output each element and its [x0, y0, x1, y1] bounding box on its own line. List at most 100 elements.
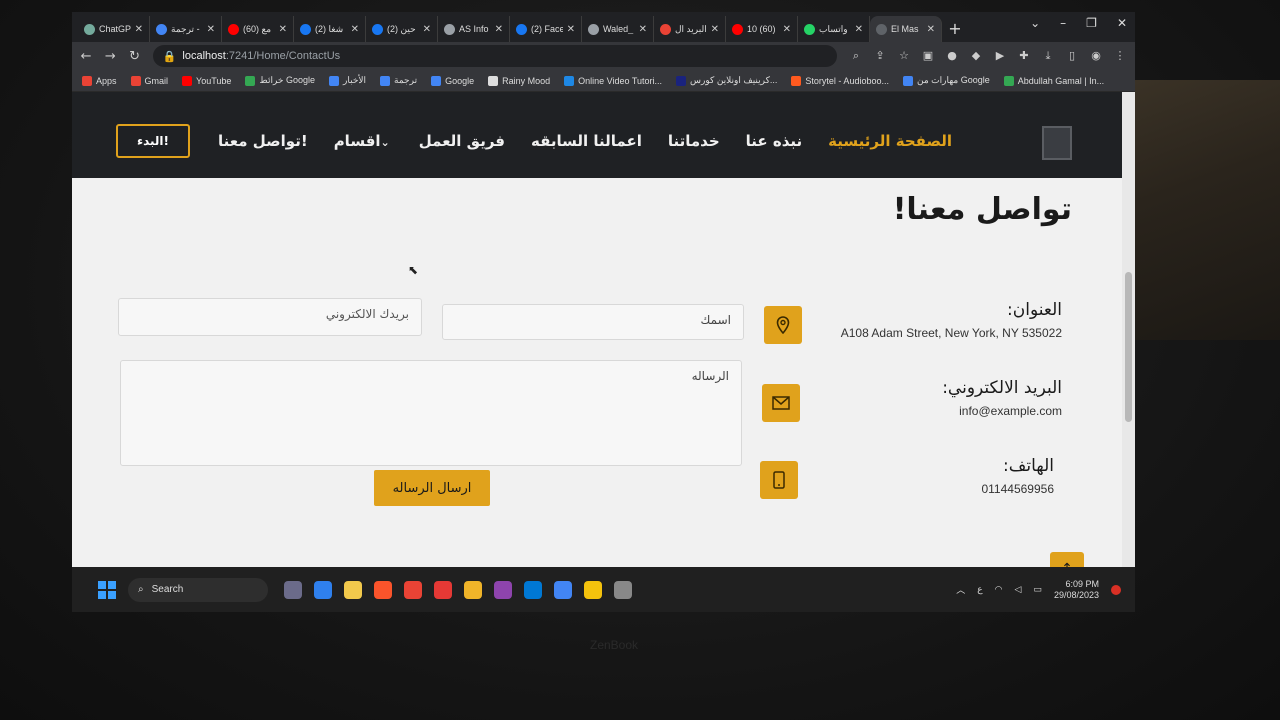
todo-icon[interactable]	[314, 580, 332, 599]
browser-tab[interactable]: ChatGP ✕	[78, 16, 150, 42]
nav-team[interactable]: فريق العمل	[419, 132, 505, 150]
nav-about[interactable]: نبذه عنا	[746, 132, 803, 150]
extension-icon[interactable]: ●	[945, 49, 959, 63]
bookmark-item[interactable]: مهارات من Google	[902, 75, 990, 86]
extension-icon[interactable]: ◆	[969, 49, 983, 63]
wifi-icon[interactable]: ◠	[995, 584, 1003, 595]
extension-icon[interactable]: ▶	[993, 49, 1007, 63]
extension-icon[interactable]: ▣	[921, 49, 935, 63]
email-info: البريد الالكتروني: info@example.com	[782, 378, 1062, 418]
browser-tab[interactable]: ترجمة - ✕	[150, 16, 222, 42]
nav-portfolio[interactable]: اعمالنا السابقه	[531, 132, 642, 150]
scrollbar-thumb[interactable]	[1125, 272, 1132, 422]
close-icon[interactable]: ✕	[423, 24, 431, 35]
bookmark-item[interactable]: Rainy Mood	[488, 75, 550, 86]
reload-icon[interactable]: ↻	[128, 49, 140, 64]
windows-start-icon[interactable]	[98, 580, 116, 599]
language-indicator[interactable]: ع	[977, 584, 982, 595]
bookmark-item[interactable]: Apps	[82, 75, 117, 86]
profile-avatar[interactable]: ◉	[1089, 49, 1103, 63]
volume-icon[interactable]: ◁	[1015, 584, 1022, 595]
menu-icon[interactable]: ⋮	[1113, 49, 1127, 63]
browser-tab[interactable]: AS Info ✕	[438, 16, 510, 42]
notification-icon[interactable]	[1111, 584, 1121, 595]
nav-home[interactable]: الصفحة الرئيسية	[828, 132, 952, 150]
bookmark-favicon-icon	[380, 75, 391, 86]
close-icon[interactable]: ✕	[711, 24, 719, 35]
file-explorer-icon[interactable]	[344, 580, 362, 599]
download-icon[interactable]: ⤓	[1041, 49, 1055, 63]
bookmark-item[interactable]: Google	[431, 75, 474, 86]
bookmark-item[interactable]: الأخبار	[329, 75, 366, 86]
close-icon[interactable]: ✕	[351, 24, 359, 35]
close-icon[interactable]: ✕	[495, 24, 503, 35]
new-tab-icon[interactable]: +	[942, 16, 968, 42]
zoom-icon[interactable]: ⌕	[849, 49, 863, 63]
close-icon[interactable]: ✕	[207, 24, 215, 35]
bookmark-item[interactable]: ترجمة	[380, 75, 417, 86]
share-icon[interactable]: ⇪	[873, 49, 887, 63]
taskbar-clock[interactable]: 6:09 PM 29/08/2023	[1054, 579, 1099, 601]
app-icon[interactable]	[464, 580, 482, 599]
restore-icon[interactable]: ❐	[1086, 16, 1097, 30]
nav-services[interactable]: خدماتنا	[668, 132, 720, 150]
bookmark-item[interactable]: YouTube	[182, 75, 232, 86]
site-logo[interactable]	[1042, 126, 1072, 160]
close-icon[interactable]: ✕	[1117, 16, 1127, 30]
browser-tab[interactable]: Waled_ ✕	[582, 16, 654, 42]
chevron-down-icon[interactable]: ⌄	[1030, 16, 1040, 30]
browser-tab[interactable]: البريد ال ✕	[654, 16, 726, 42]
close-icon[interactable]: ✕	[135, 24, 143, 35]
start-button[interactable]: البدء!	[116, 124, 190, 158]
taskbar-search[interactable]: ⌕ Search	[128, 577, 268, 602]
browser-tab[interactable]: (2) حين ✕	[366, 16, 438, 42]
nav-sections[interactable]: اقسام⌄	[334, 132, 393, 150]
bookmark-label: YouTube	[196, 75, 232, 86]
name-field[interactable]: اسمك	[442, 304, 744, 340]
bookmark-item[interactable]: Abdullah Gamal | In...	[1003, 75, 1104, 86]
taskbar-time: 6:09 PM	[1065, 578, 1099, 589]
widgets-icon[interactable]	[284, 580, 302, 599]
chrome-icon[interactable]	[404, 580, 422, 599]
terminal-icon[interactable]	[614, 580, 632, 599]
bookmark-favicon-icon	[329, 75, 340, 86]
bookmark-item[interactable]: Storytel - Audioboo...	[791, 75, 889, 86]
address-bar[interactable]: 🔒 localhost:7241/Home/ContactUs	[152, 45, 837, 67]
bookmark-item[interactable]: كرينيف اونلاين كورس...	[676, 75, 777, 86]
page-scrollbar[interactable]	[1122, 92, 1135, 612]
send-message-button[interactable]: ارسال الرساله	[374, 470, 490, 506]
minimize-icon[interactable]: –	[1060, 16, 1066, 30]
bookmark-item[interactable]: Online Video Tutori...	[564, 75, 662, 86]
browser-tab[interactable]: (2) شغا ✕	[294, 16, 366, 42]
close-icon[interactable]: ✕	[855, 24, 863, 35]
sticky-notes-icon[interactable]	[584, 580, 602, 599]
close-icon[interactable]: ✕	[279, 24, 287, 35]
email-field[interactable]: بريدك الالكتروني	[118, 298, 422, 336]
close-icon[interactable]: ✕	[567, 24, 575, 35]
nav-contact[interactable]: تواصل معنا!	[218, 132, 308, 150]
browser-tab[interactable]: (60) مع ✕	[222, 16, 294, 42]
close-icon[interactable]: ✕	[639, 24, 647, 35]
browser-tab[interactable]: (2) Face ✕	[510, 16, 582, 42]
bookmark-item[interactable]: خرائط Google	[245, 75, 315, 86]
brave-icon[interactable]	[374, 580, 392, 599]
message-textarea[interactable]: الرساله	[120, 360, 742, 466]
sidebar-icon[interactable]: ▯	[1065, 49, 1079, 63]
bookmark-item[interactable]: Gmail	[130, 75, 168, 86]
close-icon[interactable]: ✕	[927, 24, 935, 35]
back-icon[interactable]: ←	[80, 49, 92, 64]
close-icon[interactable]: ✕	[783, 24, 791, 35]
browser-tab[interactable]: 10 (60) ✕	[726, 16, 798, 42]
chevron-up-icon[interactable]: ︿	[956, 583, 965, 596]
puzzle-icon[interactable]: ✚	[1017, 49, 1031, 63]
star-icon[interactable]: ☆	[897, 49, 911, 63]
battery-icon[interactable]: ▭	[1033, 584, 1042, 595]
tab-title: البريد ال	[675, 23, 707, 34]
browser-tab[interactable]: El Mas ✕	[870, 16, 942, 42]
visual-studio-icon[interactable]	[494, 580, 512, 599]
chrome-icon[interactable]	[554, 580, 572, 599]
vscode-icon[interactable]	[524, 580, 542, 599]
forward-icon[interactable]: →	[104, 49, 116, 64]
browser-tab[interactable]: واتساب ✕	[798, 16, 870, 42]
app-icon[interactable]	[434, 580, 452, 599]
